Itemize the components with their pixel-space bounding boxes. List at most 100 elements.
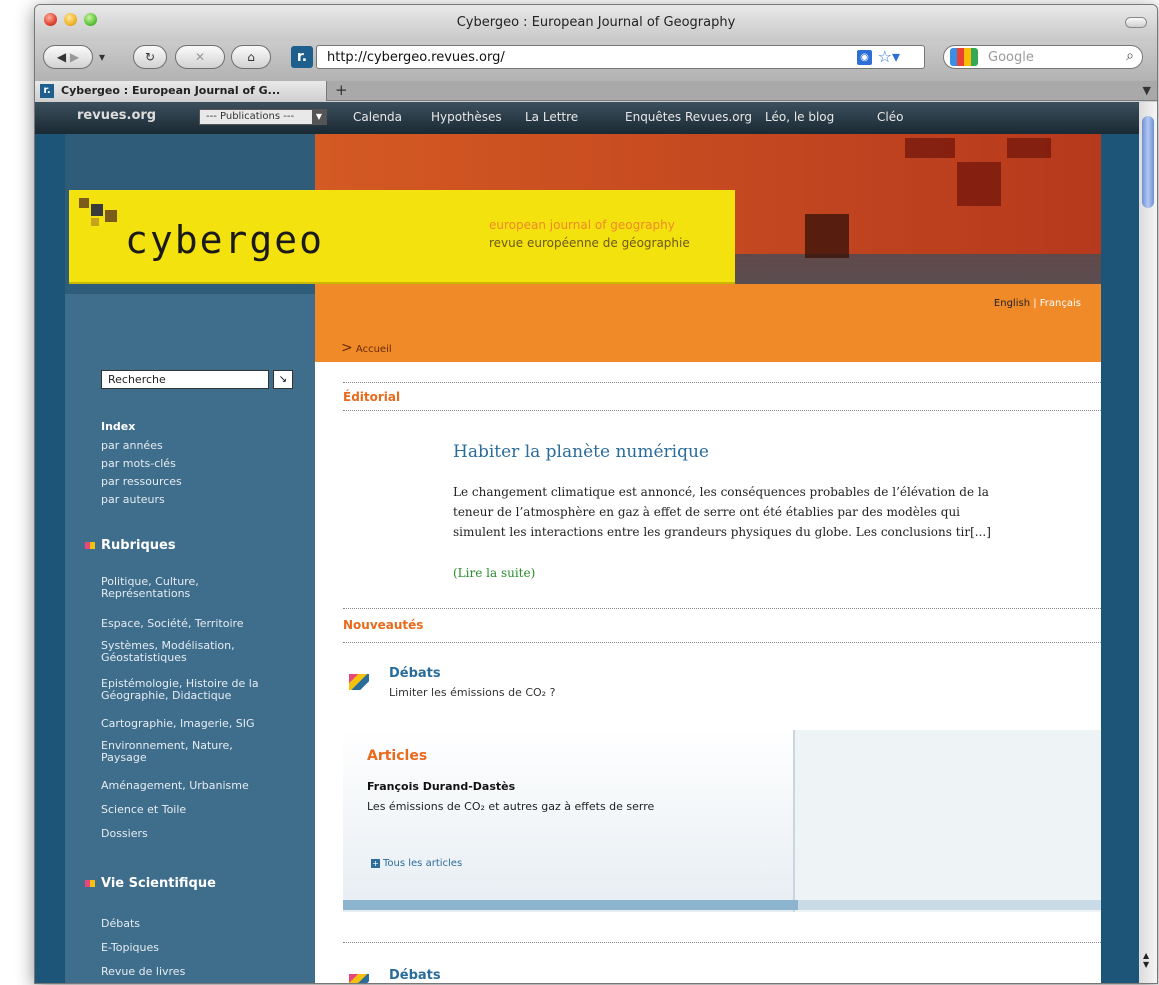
cybergeo-logo[interactable]: cybergeo <box>125 218 324 262</box>
editorial-text: Le changement climatique est annoncé, le… <box>453 485 991 539</box>
news-title-debats-2[interactable]: Débats <box>389 968 441 983</box>
rubrique-link[interactable]: Environnement, Nature, Paysage <box>101 740 261 764</box>
url-text[interactable]: http://cybergeo.revues.org/ <box>327 50 505 65</box>
portal-link-enquetes[interactable]: Enquêtes Revues.org <box>625 110 752 124</box>
news-text[interactable]: Limiter les émissions de CO₂ ? <box>389 686 555 699</box>
rubrique-link[interactable]: Systèmes, Modélisation, Géostatistiques <box>101 640 271 664</box>
rss-icon[interactable]: ◉ <box>857 50 872 65</box>
search-field[interactable]: Google ⌕ <box>943 45 1143 69</box>
index-link-resources[interactable]: par ressources <box>101 476 182 488</box>
lang-separator: | <box>1033 298 1037 309</box>
scroll-arrows-icon[interactable]: ▲ ▼ <box>1143 951 1149 969</box>
index-link-years[interactable]: par années <box>101 440 163 452</box>
tab-label[interactable]: Cybergeo : European Journal of G... <box>61 84 280 97</box>
divider <box>343 410 1101 411</box>
index-link-authors[interactable]: par auteurs <box>101 494 165 506</box>
logo-pixel <box>79 198 89 208</box>
rubrique-link[interactable]: Science et Toile <box>101 804 186 816</box>
rubriques-heading: Rubriques <box>85 538 176 553</box>
all-articles-link[interactable]: + Tous les articles <box>371 858 462 869</box>
tab-list-menu-icon[interactable]: ▼ <box>1143 84 1151 97</box>
article-author[interactable]: François Durand-Dastès <box>367 780 515 793</box>
reload-button[interactable]: ↻ <box>133 45 167 69</box>
news-item-icon <box>349 674 369 690</box>
nouveautes-label: Nouveautés <box>343 618 424 632</box>
language-switcher: English | Français <box>994 298 1081 309</box>
portal-link-calenda[interactable]: Calenda <box>353 110 402 124</box>
address-bar[interactable]: r. http://cybergeo.revues.org/ ◉ ☆▾ <box>291 45 925 69</box>
cybergeo-banner: cybergeo european journal of geography r… <box>69 190 735 284</box>
sidebar: Recherche ↘ Index par années par mots-cl… <box>65 294 315 983</box>
lang-french-link[interactable]: Français <box>1040 298 1081 309</box>
main-content: Éditorial Habiter la planète numérique L… <box>315 362 1101 983</box>
breadcrumb-home-link[interactable]: Accueil <box>356 344 392 355</box>
title-bar: Cybergeo : European Journal of Geography <box>35 5 1157 41</box>
stop-icon: ✕ <box>194 50 206 64</box>
tab-favicon-icon: r. <box>40 84 54 98</box>
history-dropdown-icon[interactable]: ▾ <box>95 45 109 69</box>
tagline-english: european journal of geography <box>489 218 675 232</box>
breadcrumb-band <box>315 284 1101 362</box>
google-search-engine-icon[interactable] <box>950 48 978 66</box>
search-magnifier-icon[interactable]: ⌕ <box>1126 48 1134 64</box>
revues-org-logo[interactable]: revues.org <box>77 108 156 123</box>
vertical-scrollbar[interactable]: ▲ ▼ <box>1139 102 1157 983</box>
portal-link-leo-blog[interactable]: Léo, le blog <box>765 110 834 124</box>
articles-side-panel <box>793 730 1101 912</box>
tagline-french: revue européenne de géographie <box>489 236 690 250</box>
select-arrow-icon: ▼ <box>312 110 326 124</box>
portal-link-hypotheses[interactable]: Hypothèses <box>431 110 502 124</box>
scrollbar-thumb[interactable] <box>1142 116 1154 208</box>
publications-select[interactable]: --- Publications --- ▼ <box>199 109 327 125</box>
rubrique-link[interactable]: Dossiers <box>101 828 148 840</box>
portal-bar: revues.org --- Publications --- ▼ Calend… <box>35 102 1141 134</box>
rubrique-link[interactable]: Politique, Culture, Représentations <box>101 576 261 600</box>
news-title-debats[interactable]: Débats <box>389 666 441 681</box>
divider <box>343 642 1101 643</box>
vie-link-revue-livres[interactable]: Revue de livres <box>101 966 185 978</box>
lang-english-link[interactable]: English <box>994 298 1030 309</box>
rubrique-link[interactable]: Cartographie, Imagerie, SIG <box>101 718 255 730</box>
vie-link-debats[interactable]: Débats <box>101 918 140 930</box>
news-item-icon <box>349 974 369 983</box>
home-button[interactable]: ⌂ <box>231 45 271 69</box>
site-favicon-icon: r. <box>291 46 313 68</box>
editorial-read-more-link[interactable]: (Lire la suite) <box>453 566 535 580</box>
article-title[interactable]: Les émissions de CO₂ et autres gaz à eff… <box>367 800 654 813</box>
divider <box>343 608 1101 609</box>
vie-link-etopiques[interactable]: E-Topiques <box>101 942 159 954</box>
toolbar-toggle-button[interactable] <box>1125 17 1147 28</box>
forward-arrow-icon[interactable]: ▶ <box>70 50 79 64</box>
index-heading: Index <box>101 420 136 433</box>
rubrique-link[interactable]: Aménagement, Urbanisme <box>101 780 249 792</box>
bookmark-star-icon[interactable]: ☆▾ <box>878 47 900 66</box>
logo-pixel <box>105 210 117 222</box>
back-arrow-icon[interactable]: ◀ <box>57 50 66 64</box>
section-icon <box>85 542 95 549</box>
breadcrumb: > Accueil <box>341 340 392 356</box>
portal-link-la-lettre[interactable]: La Lettre <box>525 110 578 124</box>
vie-scientifique-label: Vie Scientifique <box>101 876 216 891</box>
home-icon: ⌂ <box>247 50 255 64</box>
section-icon <box>85 880 95 887</box>
portal-link-cleo[interactable]: Cléo <box>877 110 903 124</box>
search-placeholder: Google <box>988 50 1034 65</box>
articles-heading: Articles <box>367 748 428 764</box>
window-title: Cybergeo : European Journal of Geography <box>456 15 736 30</box>
divider <box>343 382 1101 383</box>
stop-button[interactable]: ✕ <box>175 45 225 69</box>
back-forward-buttons[interactable]: ◀ ▶ <box>43 45 93 69</box>
active-tab[interactable]: r. Cybergeo : European Journal of G... <box>35 81 327 101</box>
sidebar-search-input[interactable]: Recherche <box>101 370 269 389</box>
decor-square <box>957 162 1001 206</box>
sidebar-search-submit-button[interactable]: ↘ <box>273 370 293 389</box>
rubrique-link[interactable]: Espace, Société, Territoire <box>101 618 244 630</box>
reload-icon: ↻ <box>144 50 156 64</box>
editorial-label: Éditorial <box>343 390 401 404</box>
decor-square <box>805 214 849 258</box>
rubrique-link[interactable]: Epistémologie, Histoire de la Géographie… <box>101 678 281 702</box>
all-articles-label[interactable]: Tous les articles <box>383 858 462 869</box>
index-link-keywords[interactable]: par mots-clés <box>101 458 176 470</box>
new-tab-button[interactable]: + <box>335 81 348 99</box>
editorial-title[interactable]: Habiter la planète numérique <box>453 442 709 462</box>
